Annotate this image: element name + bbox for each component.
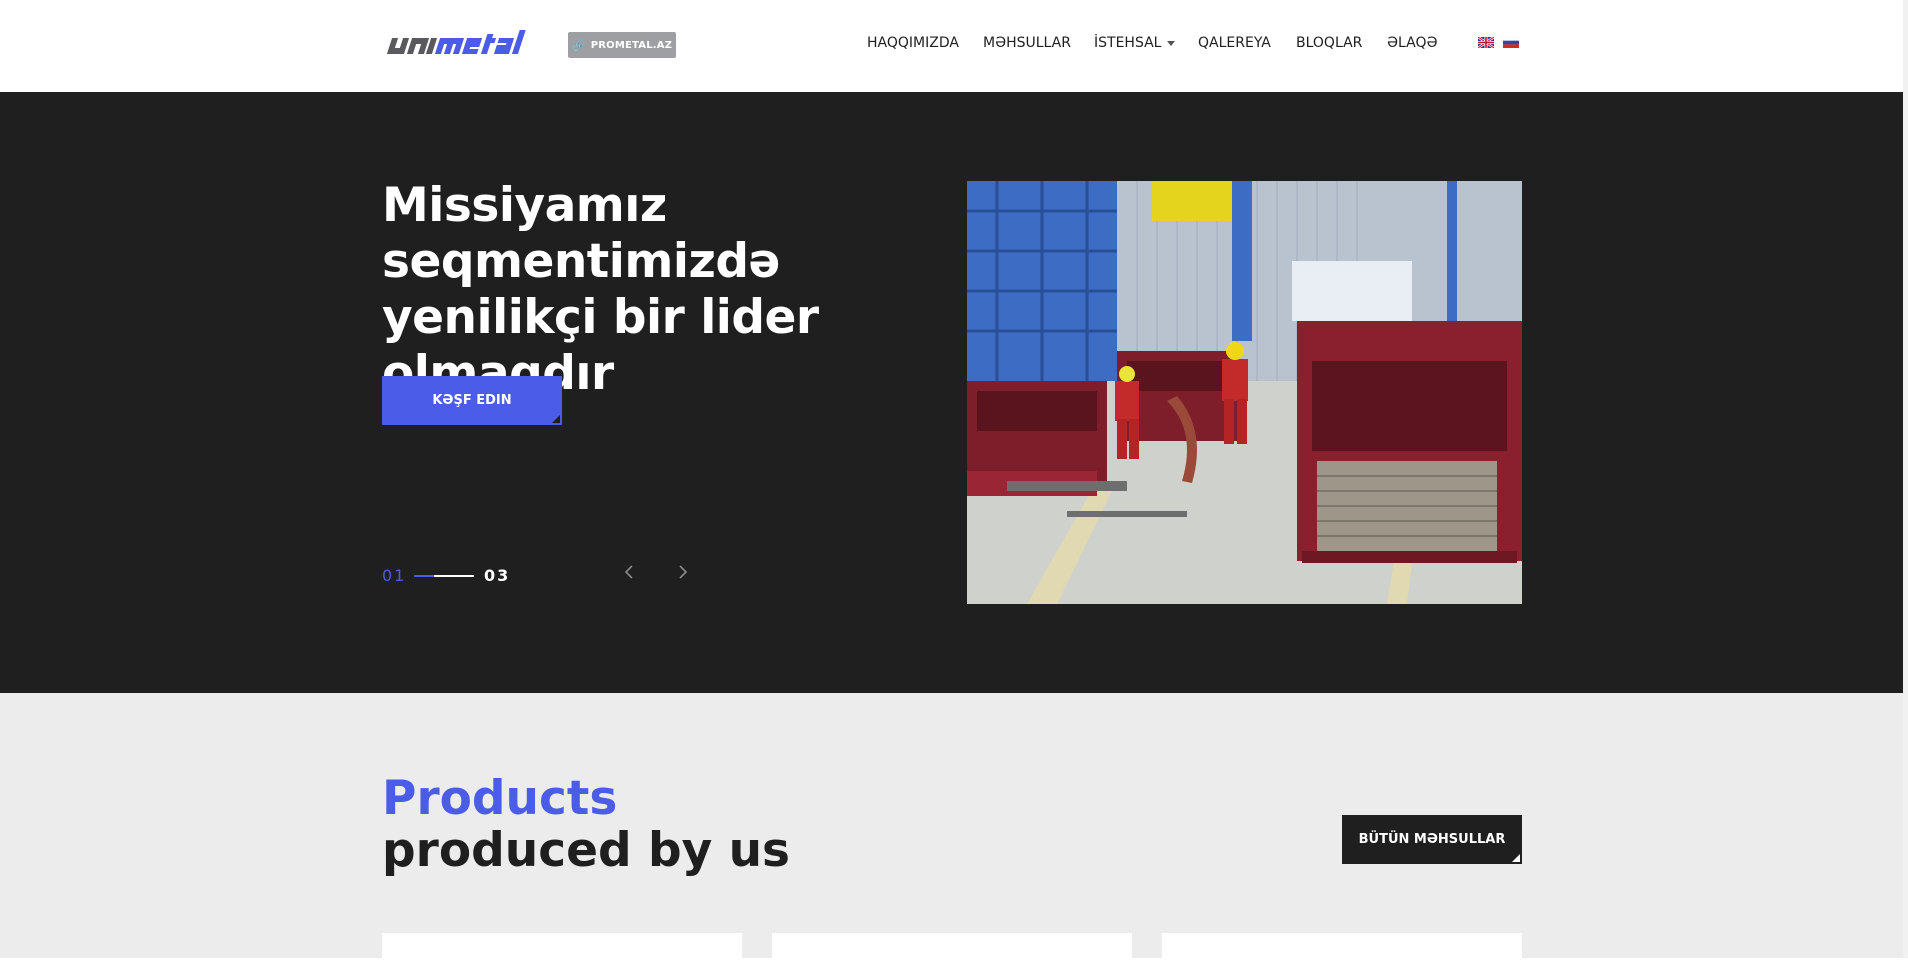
ru-flag-icon[interactable] [1503, 37, 1519, 48]
scrollbar[interactable] [1903, 0, 1908, 958]
nav-item-blogs[interactable]: BLOQLAR [1296, 33, 1362, 53]
nav-item-production-label: İSTEHSAL [1094, 35, 1162, 51]
all-products-button-label: BÜTÜN MƏHSULLAR [1358, 832, 1506, 847]
product-card[interactable] [1162, 933, 1522, 973]
slide-total: 03 [484, 566, 511, 585]
products-title: Products produced by us [382, 773, 790, 877]
explore-button[interactable]: KƏŞF EDIN [382, 376, 562, 425]
factory-image [967, 181, 1522, 604]
slide-current: 01 [382, 566, 407, 585]
nav-item-contact[interactable]: ƏLAQƏ [1387, 33, 1438, 53]
slide-progress-fill [414, 575, 434, 577]
chevron-right-icon[interactable] [672, 562, 692, 582]
nav-item-products[interactable]: MƏHSULLAR [983, 33, 1071, 53]
chevron-down-icon [1167, 40, 1176, 46]
explore-button-label: KƏŞF EDIN [432, 393, 512, 408]
slide-progress-track [414, 575, 474, 577]
site-header: 🔗 PROMETAL.AZ HAQQIMIZDA MƏHSULLAR İSTEH… [0, 0, 1903, 92]
corner-decoration [1512, 854, 1520, 862]
product-card[interactable] [772, 933, 1132, 973]
all-products-button[interactable]: BÜTÜN MƏHSULLAR [1342, 815, 1522, 864]
nav-item-gallery[interactable]: QALEREYA [1198, 33, 1271, 53]
chevron-left-icon[interactable] [620, 562, 640, 582]
main-nav: HAQQIMIZDA MƏHSULLAR İSTEHSAL QALEREYA B… [0, 33, 1903, 53]
corner-decoration [552, 415, 560, 423]
en-flag-icon[interactable] [1478, 37, 1494, 48]
nav-item-about[interactable]: HAQQIMIZDA [867, 33, 959, 53]
products-section: Products produced by us BÜTÜN MƏHSULLAR [0, 693, 1903, 973]
nav-item-production[interactable]: İSTEHSAL [1094, 33, 1176, 53]
product-card[interactable] [382, 933, 742, 973]
products-title-accent: Products [382, 771, 618, 826]
products-title-rest: produced by us [382, 823, 791, 878]
hero-title: Missiyamız seqmentimizdə yenilikçi bir l… [382, 178, 819, 401]
hero-slider: Missiyamız seqmentimizdə yenilikçi bir l… [0, 92, 1903, 693]
